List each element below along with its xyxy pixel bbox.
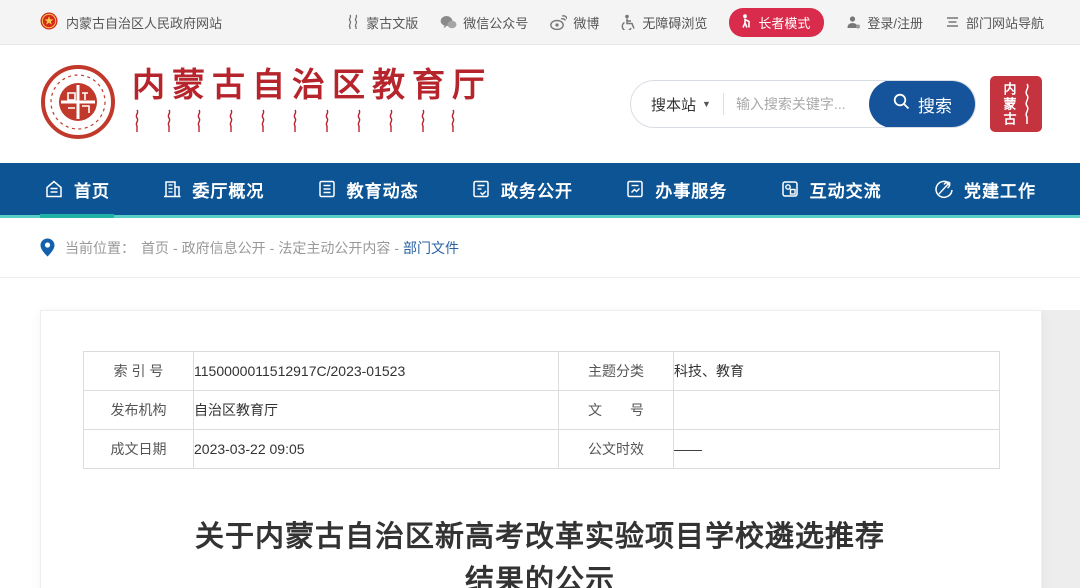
elder-mode-button[interactable]: 长者模式: [729, 8, 824, 37]
breadcrumb: 当前位置： 首页 - 政府信息公开 - 法定主动公开内容 - 部门文件: [0, 218, 1080, 278]
party-emblem-icon: [934, 179, 954, 199]
nav-item-home[interactable]: 首页: [40, 163, 114, 215]
nav-item-interaction[interactable]: 互动交流: [776, 163, 886, 215]
info-value-doc-no: [674, 391, 1000, 430]
site-header: 内蒙古自治区教育厅 搜本站 ▼ 搜索: [0, 45, 1080, 163]
gov-site-link[interactable]: 内蒙古自治区人民政府网站: [40, 12, 222, 33]
mongolian-subtitle: [132, 109, 492, 138]
search-area: 搜本站 ▼ 搜索 内蒙古: [630, 76, 1042, 132]
service-doc-icon: [625, 179, 645, 199]
link-wechat[interactable]: 微信公众号: [440, 13, 528, 32]
breadcrumb-current[interactable]: 部门文件: [403, 238, 459, 258]
nav-item-education-news[interactable]: 教育动态: [313, 163, 423, 215]
breadcrumb-statutory-disclosure[interactable]: 法定主动公开内容: [278, 238, 390, 258]
nav-item-overview[interactable]: 委厅概况: [158, 163, 268, 215]
chat-icon: [780, 179, 800, 199]
top-utility-bar: 内蒙古自治区人民政府网站 蒙古文版 微信公众号 微博 无障碍浏览: [0, 0, 1080, 45]
info-label-topic: 主题分类: [559, 352, 674, 391]
table-row: 发布机构 自治区教育厅 文 号: [84, 391, 1000, 430]
national-emblem-icon: [40, 12, 58, 33]
main-nav: 首页 委厅概况 教育动态 政务公开 办事服务 互动交流 党建工作: [0, 163, 1080, 218]
link-dept-site-nav[interactable]: 部门网站导航: [945, 13, 1044, 32]
breadcrumb-gov-info[interactable]: 政府信息公开: [182, 238, 266, 258]
info-label-index-no: 索 引 号: [84, 352, 194, 391]
location-pin-icon: [40, 238, 55, 257]
page-edge-strip: [1042, 310, 1080, 588]
link-weibo[interactable]: 微博: [550, 13, 599, 32]
search-box: 搜本站 ▼ 搜索: [630, 80, 976, 128]
breadcrumb-label: 当前位置：: [65, 238, 135, 258]
top-links: 蒙古文版 微信公众号 微博 无障碍浏览 长者模式: [346, 8, 1044, 37]
nav-item-gov-disclosure[interactable]: 政务公开: [467, 163, 577, 215]
main-content: 索 引 号 1150000011512917C/2023-01523 主题分类 …: [0, 278, 1080, 588]
search-icon: [893, 93, 910, 115]
document-check-icon: [471, 179, 491, 199]
site-title: 内蒙古自治区教育厅: [132, 70, 492, 103]
accessibility-icon: [621, 14, 636, 30]
search-input[interactable]: [724, 96, 869, 112]
table-row: 成文日期 2023-03-22 09:05 公文时效 ——: [84, 430, 1000, 469]
info-value-validity: ——: [674, 430, 1000, 469]
info-label-doc-no: 文 号: [559, 391, 674, 430]
nav-item-services[interactable]: 办事服务: [621, 163, 731, 215]
info-label-date: 成文日期: [84, 430, 194, 469]
nav-item-party-building[interactable]: 党建工作: [930, 163, 1040, 215]
info-value-issuer: 自治区教育厅: [194, 391, 559, 430]
user-icon: [846, 15, 861, 30]
info-label-validity: 公文时效: [559, 430, 674, 469]
table-row: 索 引 号 1150000011512917C/2023-01523 主题分类 …: [84, 352, 1000, 391]
red-seal-stamp: 内蒙古: [990, 76, 1042, 132]
chevron-down-icon: ▼: [702, 99, 711, 109]
link-login-register[interactable]: 登录/注册: [846, 13, 923, 32]
wechat-icon: [440, 15, 457, 30]
home-icon: [44, 179, 64, 199]
mongolian-script-icon: [346, 14, 360, 30]
list-icon: [317, 179, 337, 199]
info-value-date: 2023-03-22 09:05: [194, 430, 559, 469]
info-label-issuer: 发布机构: [84, 391, 194, 430]
search-button[interactable]: 搜索: [869, 80, 976, 128]
link-mongolian-version[interactable]: 蒙古文版: [346, 13, 418, 32]
info-value-topic: 科技、教育: [674, 352, 1000, 391]
menu-icon: [945, 16, 960, 28]
elder-person-icon: [739, 14, 752, 31]
breadcrumb-home[interactable]: 首页: [141, 238, 169, 258]
site-logo-link[interactable]: 内蒙古自治区教育厅: [40, 64, 492, 145]
search-scope-select[interactable]: 搜本站 ▼: [631, 94, 723, 115]
gov-site-name: 内蒙古自治区人民政府网站: [66, 13, 222, 32]
document-info-table: 索 引 号 1150000011512917C/2023-01523 主题分类 …: [83, 351, 1000, 469]
department-seal-icon: [40, 64, 116, 145]
document-card: 索 引 号 1150000011512917C/2023-01523 主题分类 …: [40, 310, 1042, 588]
building-icon: [162, 179, 182, 199]
info-value-index-no: 1150000011512917C/2023-01523: [194, 352, 559, 391]
weibo-icon: [550, 15, 567, 30]
article-title: 关于内蒙古自治区新高考改革实验项目学校遴选推荐结果的公示: [190, 515, 890, 588]
link-accessibility[interactable]: 无障碍浏览: [621, 13, 707, 32]
